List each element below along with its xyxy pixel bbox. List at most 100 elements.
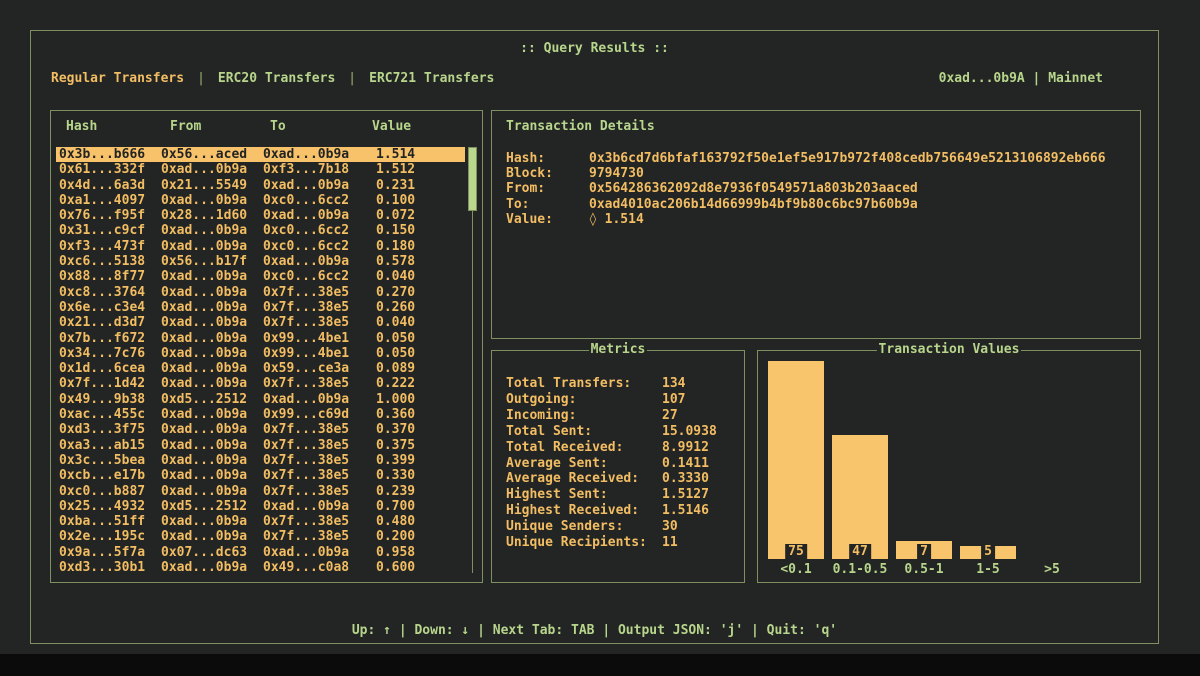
cell-value: 0.150 xyxy=(376,223,465,238)
cell-from: 0xad...0b9a xyxy=(161,223,263,238)
table-row[interactable]: 0xf3...473f0xad...0b9a0xc0...6cc20.180 xyxy=(56,239,465,254)
table-row[interactable]: 0x3c...5bea0xad...0b9a0x7f...38e50.399 xyxy=(56,453,465,468)
metric-label: Unique Senders: xyxy=(506,519,662,535)
table-row[interactable]: 0x1d...6cea0xad...0b9a0x59...ce3a0.089 xyxy=(56,361,465,376)
table-row[interactable]: 0x21...d3d70xad...0b9a0x7f...38e50.040 xyxy=(56,315,465,330)
detail-label: Value: xyxy=(506,212,589,227)
detail-value: ◊ 1.514 xyxy=(589,212,1132,227)
cell-hash: 0x4d...6a3d xyxy=(59,178,161,193)
cell-from: 0xad...0b9a xyxy=(161,285,263,300)
cell-hash: 0xba...51ff xyxy=(59,514,161,529)
table-row[interactable]: 0x7b...f6720xad...0b9a0x99...4be10.050 xyxy=(56,331,465,346)
cell-hash: 0x6e...c3e4 xyxy=(59,300,161,315)
cell-to: 0x99...4be1 xyxy=(263,331,376,346)
cell-from: 0xad...0b9a xyxy=(161,422,263,437)
metric-label: Average Sent: xyxy=(506,456,662,472)
table-row[interactable]: 0x31...c9cf0xad...0b9a0xc0...6cc20.150 xyxy=(56,223,465,238)
detail-label: Block: xyxy=(506,166,589,181)
cell-from: 0xad...0b9a xyxy=(161,331,263,346)
app-title: :: Query Results :: xyxy=(31,41,1158,56)
tab-erc20-transfers[interactable]: ERC20 Transfers xyxy=(218,71,335,86)
cell-from: 0xad...0b9a xyxy=(161,269,263,284)
table-row[interactable]: 0xba...51ff0xad...0b9a0x7f...38e50.480 xyxy=(56,514,465,529)
detail-label: Hash: xyxy=(506,151,589,166)
cell-hash: 0x3b...b666 xyxy=(59,147,161,162)
table-row[interactable]: 0x7f...1d420xad...0b9a0x7f...38e50.222 xyxy=(56,376,465,391)
cell-from: 0xad...0b9a xyxy=(161,453,263,468)
tab-regular-transfers[interactable]: Regular Transfers xyxy=(51,71,184,86)
table-row[interactable]: 0x88...8f770xad...0b9a0xc0...6cc20.040 xyxy=(56,269,465,284)
table-row[interactable]: 0x3b...b6660x56...aced0xad...0b9a1.514 xyxy=(56,147,465,162)
chart-category-label: 0.5-1 xyxy=(896,562,952,578)
metric-row: Total Transfers:134 xyxy=(506,376,736,392)
transaction-details-title: Transaction Details xyxy=(506,119,655,134)
chart-category-label: <0.1 xyxy=(768,562,824,578)
metric-value: 1.5146 xyxy=(662,503,736,519)
bar-value-label: 7 xyxy=(917,544,931,559)
metric-label: Total Transfers: xyxy=(506,376,662,392)
cell-from: 0x56...b17f xyxy=(161,254,263,269)
table-row[interactable]: 0xcb...e17b0xad...0b9a0x7f...38e50.330 xyxy=(56,468,465,483)
table-row[interactable]: 0xc8...37640xad...0b9a0x7f...38e50.270 xyxy=(56,285,465,300)
metric-row: Average Received:0.3330 xyxy=(506,471,736,487)
metric-value: 11 xyxy=(662,535,736,551)
metric-label: Total Received: xyxy=(506,440,662,456)
table-row[interactable]: 0x9a...5f7a0x07...dc630xad...0b9a0.958 xyxy=(56,545,465,560)
table-row[interactable]: 0xa1...40970xad...0b9a0xc0...6cc20.100 xyxy=(56,193,465,208)
table-row[interactable]: 0xd3...3f750xad...0b9a0x7f...38e50.370 xyxy=(56,422,465,437)
table-row[interactable]: 0xa3...ab150xad...0b9a0x7f...38e50.375 xyxy=(56,438,465,453)
table-row[interactable]: 0xc6...51380x56...b17f0xad...0b9a0.578 xyxy=(56,254,465,269)
transfers-table-rows: 0x3b...b6660x56...aced0xad...0b9a1.5140x… xyxy=(56,147,465,575)
cell-value: 0.700 xyxy=(376,499,465,514)
metric-label: Highest Sent: xyxy=(506,487,662,503)
metric-value: 0.3330 xyxy=(662,471,736,487)
cell-to: 0x7f...38e5 xyxy=(263,376,376,391)
detail-row: Block:9794730 xyxy=(506,166,1132,181)
cell-value: 0.270 xyxy=(376,285,465,300)
table-row[interactable]: 0x76...f95f0x28...1d600xad...0b9a0.072 xyxy=(56,208,465,223)
status-bar: Up: ↑ | Down: ↓ | Next Tab: TAB | Output… xyxy=(31,623,1158,638)
detail-value: 0xad4010ac206b14d66999b4bf9b80c6bc97b60b… xyxy=(589,197,1132,212)
cell-to: 0xad...0b9a xyxy=(263,499,376,514)
table-row[interactable]: 0x4d...6a3d0x21...55490xad...0b9a0.231 xyxy=(56,178,465,193)
cell-from: 0xad...0b9a xyxy=(161,239,263,254)
transfers-scrollbar[interactable] xyxy=(468,147,477,573)
cell-from: 0xad...0b9a xyxy=(161,162,263,177)
cell-value: 1.512 xyxy=(376,162,465,177)
table-row[interactable]: 0xac...455c0xad...0b9a0x99...c69d0.360 xyxy=(56,407,465,422)
cell-from: 0x07...dc63 xyxy=(161,545,263,560)
cell-to: 0x7f...38e5 xyxy=(263,484,376,499)
cell-value: 0.040 xyxy=(376,269,465,284)
table-row[interactable]: 0x34...7c760xad...0b9a0x99...4be10.050 xyxy=(56,346,465,361)
table-row[interactable]: 0x2e...195c0xad...0b9a0x7f...38e50.200 xyxy=(56,529,465,544)
cell-value: 0.200 xyxy=(376,529,465,544)
cell-hash: 0x76...f95f xyxy=(59,208,161,223)
detail-value: 0x3b6cd7d6bfaf163792f50e1ef5e917b972f408… xyxy=(589,151,1132,166)
column-header-to: To xyxy=(270,119,372,134)
cell-from: 0x21...5549 xyxy=(161,178,263,193)
cell-hash: 0xd3...3f75 xyxy=(59,422,161,437)
cell-from: 0xad...0b9a xyxy=(161,300,263,315)
table-row[interactable]: 0x49...9b380xd5...25120xad...0b9a1.000 xyxy=(56,392,465,407)
cell-to: 0xad...0b9a xyxy=(263,254,376,269)
cell-value: 0.375 xyxy=(376,438,465,453)
table-row[interactable]: 0xd3...30b10xad...0b9a0x49...c0a80.600 xyxy=(56,560,465,575)
cell-value: 0.050 xyxy=(376,331,465,346)
wallet-address: 0xad...0b9A | Mainnet xyxy=(939,71,1103,86)
cell-to: 0x7f...38e5 xyxy=(263,468,376,483)
transaction-values-panel: Transaction Values 754775 <0.10.1-0.50.5… xyxy=(757,350,1141,583)
detail-value: 0x564286362092d8e7936f0549571a803b203aac… xyxy=(589,181,1132,196)
cell-value: 0.050 xyxy=(376,346,465,361)
scrollbar-thumb[interactable] xyxy=(468,147,477,211)
table-row[interactable]: 0xc0...b8870xad...0b9a0x7f...38e50.239 xyxy=(56,484,465,499)
table-row[interactable]: 0x6e...c3e40xad...0b9a0x7f...38e50.260 xyxy=(56,300,465,315)
cell-from: 0xad...0b9a xyxy=(161,346,263,361)
metric-label: Average Received: xyxy=(506,471,662,487)
table-row[interactable]: 0x25...49320xd5...25120xad...0b9a0.700 xyxy=(56,499,465,514)
bar xyxy=(832,435,888,559)
cell-to: 0x7f...38e5 xyxy=(263,529,376,544)
tab-erc721-transfers[interactable]: ERC721 Transfers xyxy=(369,71,494,86)
cell-hash: 0xc8...3764 xyxy=(59,285,161,300)
metric-value: 0.1411 xyxy=(662,456,736,472)
table-row[interactable]: 0x61...332f0xad...0b9a0xf3...7b181.512 xyxy=(56,162,465,177)
